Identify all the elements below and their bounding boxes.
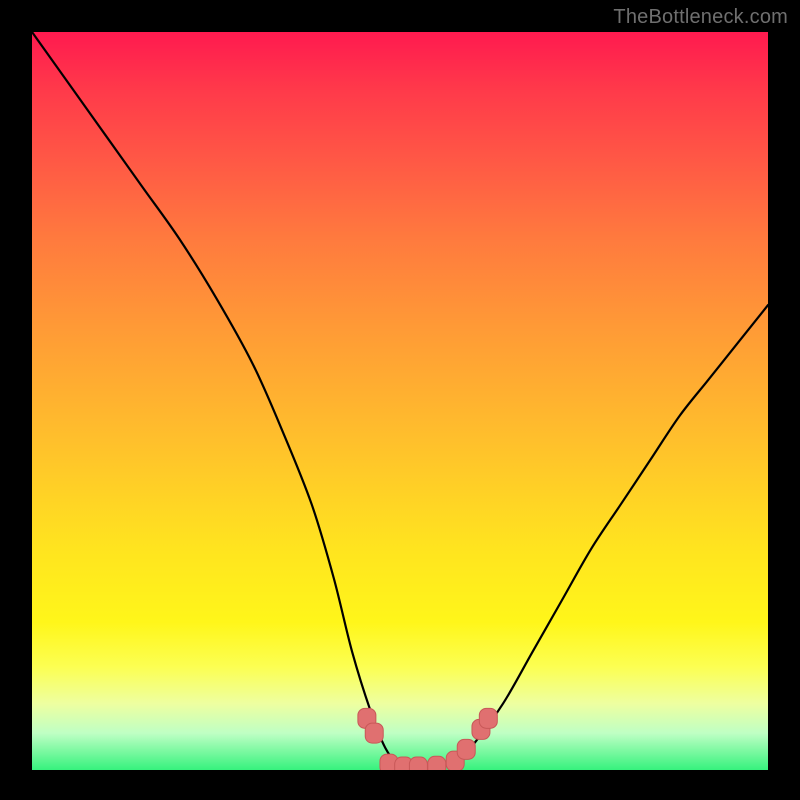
chart-frame: TheBottleneck.com: [0, 0, 800, 800]
curve-marker: [457, 739, 475, 759]
curve-marker: [409, 757, 427, 770]
watermark-text: TheBottleneck.com: [613, 6, 788, 29]
curve-marker: [428, 756, 446, 770]
marker-group: [358, 708, 497, 770]
curve-marker: [479, 708, 497, 728]
curve-marker: [365, 723, 383, 743]
plot-area: [32, 32, 768, 770]
bottleneck-curve: [32, 32, 768, 770]
chart-svg: [32, 32, 768, 770]
